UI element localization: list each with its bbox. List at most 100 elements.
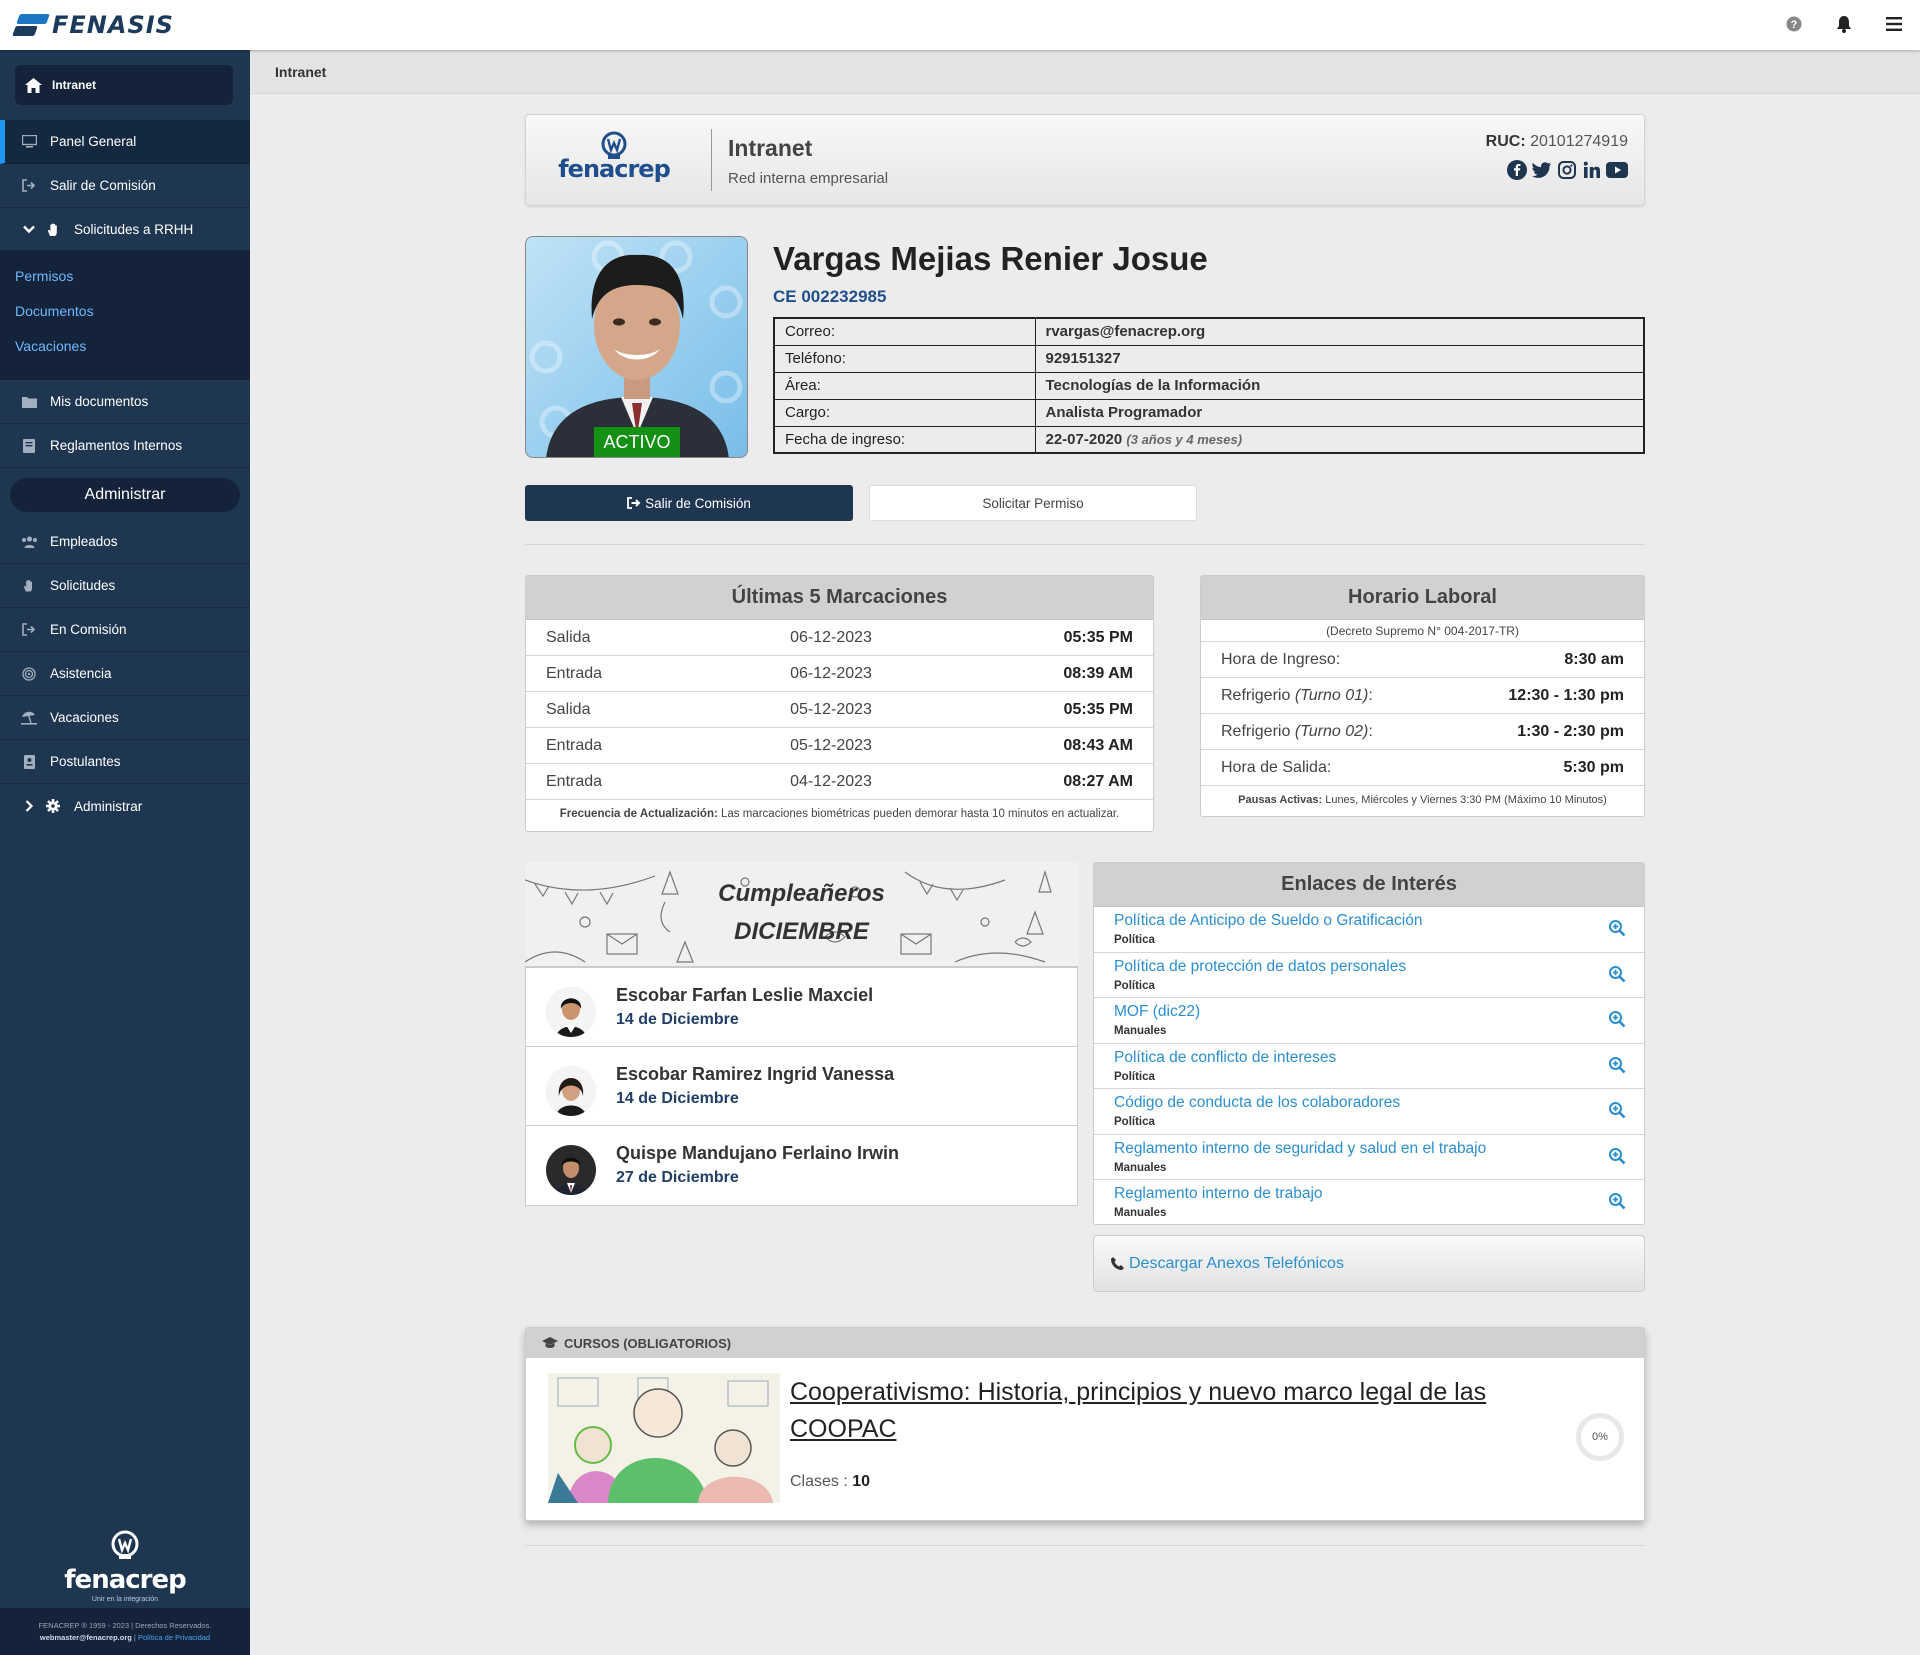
detail-row-fecha-ingreso: Fecha de ingreso: 22-07-2020 (3 años y 4 … [773,425,1645,454]
marcacion-date: 05-12-2023 [790,700,872,718]
monitor-icon [20,135,38,148]
marcacion-date: 04-12-2023 [790,772,872,790]
sidebar-item-label: Solicitudes a RRHH [74,222,194,237]
zoom-in-icon[interactable] [1608,1192,1626,1215]
sidebar-intranet-button[interactable]: Intranet [15,65,233,105]
submenu-item-vacaciones[interactable]: Vacaciones [15,338,86,354]
zoom-in-icon[interactable] [1608,965,1626,988]
marcacion-type: Salida [546,628,591,646]
id-card-icon [20,754,38,769]
sidebar-item-postulantes[interactable]: Postulantes [0,740,250,784]
detail-label: Cargo: [773,398,1036,427]
footer-privacy-link[interactable]: Política de Privacidad [138,1633,210,1642]
birthday-month: DICIEMBRE [734,918,869,945]
enlace-link[interactable]: Reglamento interno de seguridad y salud … [1114,1140,1486,1158]
classes-count: 10 [852,1473,871,1490]
horario-note: Pausas Activas: Lunes, Miércoles y Viern… [1201,786,1644,814]
zoom-in-icon[interactable] [1608,1101,1626,1124]
sidebar-item-administrar[interactable]: Administrar [0,784,250,828]
detail-label: Correo: [773,317,1036,346]
zoom-in-icon[interactable] [1608,1010,1626,1033]
enlace-category: Política [1114,1070,1155,1083]
course-progress: 0% [1576,1413,1624,1461]
enlace-link[interactable]: Política de protección de datos personal… [1114,958,1406,976]
marcacion-row: Entrada 06-12-2023 08:39 AM [526,656,1153,692]
header-title: Intranet [728,135,813,161]
enlace-category: Manuales [1114,1025,1167,1037]
horario-row: Hora de Salida: 5:30 pm [1201,750,1644,786]
sidebar-item-panel-general[interactable]: Panel General [0,120,250,164]
enlace-link[interactable]: MOF (dic22) [1114,1003,1200,1021]
course-thumbnail[interactable] [548,1373,780,1503]
fenasis-logo-icon [12,12,50,38]
enlace-link[interactable]: Política de conflicto de intereses [1114,1049,1336,1067]
party-doodle-background [525,869,1052,963]
sidebar-item-label: Salir de Comisión [50,178,156,193]
chevron-down-icon [20,225,38,234]
breadcrumb-current: Intranet [275,63,327,80]
linkedin-icon[interactable] [1581,159,1603,181]
horario-label-end: : [1368,686,1373,704]
facebook-icon[interactable] [1506,159,1528,181]
course-illustration-image [548,1373,780,1503]
zoom-in-icon[interactable] [1608,919,1626,942]
app-logo[interactable]: FENASIS [12,11,174,39]
sidebar-item-vacaciones[interactable]: Vacaciones [0,696,250,740]
gear-icon [44,799,62,813]
sidebar-item-label: Asistencia [50,666,112,681]
enlace-link[interactable]: Política de Anticipo de Sueldo o Gratifi… [1114,912,1422,930]
sidebar-item-empleados[interactable]: Empleados [0,520,250,564]
note-label: Frecuencia de Actualización: [559,808,718,820]
enlace-link[interactable]: Reglamento interno de trabajo [1114,1185,1323,1203]
sidebar-item-solicitudes-rrhh[interactable]: Solicitudes a RRHH [0,208,250,252]
instagram-icon[interactable] [1556,159,1578,181]
sidebar-item-mis-documentos[interactable]: Mis documentos [0,380,250,424]
sidebar-logo-word: fenacrep [64,1565,186,1595]
course-title-link[interactable]: Cooperativismo: Historia, principios y n… [790,1374,1520,1448]
note-text: Lunes, Miércoles y Viernes 3:30 PM (Máxi… [1325,794,1607,806]
umbrella-beach-icon [20,711,38,725]
bell-icon[interactable] [1832,12,1856,36]
download-anexos-button[interactable]: Descargar Anexos Telefónicos [1093,1235,1645,1292]
admin-section-header: Administrar [10,478,240,512]
sidebar-item-solicitudes[interactable]: Solicitudes [0,564,250,608]
marcacion-time: 08:39 AM [1063,664,1133,682]
sidebar: Intranet Panel General Salir de Comisión… [0,50,250,1655]
sidebar-item-label: Reglamentos Internos [50,438,183,453]
help-icon[interactable]: ? [1782,12,1806,36]
list-item: Política de protección de datos personal… [1094,952,1644,998]
hamburger-menu-icon[interactable] [1882,12,1906,36]
footer-email-link[interactable]: webmaster@fenacrep.org [40,1633,132,1642]
enlace-link[interactable]: Código de conducta de los colaboradores [1114,1094,1400,1112]
sidebar-item-en-comision[interactable]: En Comisión [0,608,250,652]
youtube-icon[interactable] [1606,159,1628,181]
marcacion-type: Entrada [546,736,603,754]
sidebar-item-reglamentos[interactable]: Reglamentos Internos [0,424,250,468]
marcaciones-title: Últimas 5 Marcaciones [526,576,1153,620]
salir-comision-button[interactable]: Salir de Comisión [525,485,853,521]
horario-label: Refrigerio [1221,686,1291,704]
birthday-list: Escobar Farfan Leslie Maxciel 14 de Dici… [525,967,1078,1206]
twitter-icon[interactable] [1531,159,1553,181]
social-links [1506,159,1628,181]
birthday-banner: Cumpleañeros DICIEMBRE [525,862,1078,967]
detail-label: Fecha de ingreso: [773,425,1036,454]
sidebar-item-asistencia[interactable]: Asistencia [0,652,250,696]
sidebar-item-salir-comision[interactable]: Salir de Comisión [0,164,250,208]
solicitar-permiso-label: Solicitar Permiso [982,495,1084,511]
zoom-in-icon[interactable] [1608,1147,1626,1170]
hand-icon [44,222,62,237]
sidebar-logo-tagline: Unir en la integración [91,1596,159,1603]
course-progress-value: 0% [1592,1431,1608,1443]
zoom-in-icon[interactable] [1608,1056,1626,1079]
list-item: Reglamento interno de seguridad y salud … [1094,1134,1644,1180]
detail-label: Área: [773,371,1036,400]
submenu-item-documentos[interactable]: Documentos [15,303,94,319]
hire-date: 22-07-2020 [1045,430,1123,448]
sidebar-submenu-rrhh: Permisos Documentos Vacaciones [0,250,250,380]
horario-label: Refrigerio [1221,722,1291,740]
marcacion-row: Salida 06-12-2023 05:35 PM [526,620,1153,656]
submenu-item-permisos[interactable]: Permisos [15,268,73,284]
detail-value: Analista Programador [1034,398,1645,427]
solicitar-permiso-button[interactable]: Solicitar Permiso [869,485,1197,521]
